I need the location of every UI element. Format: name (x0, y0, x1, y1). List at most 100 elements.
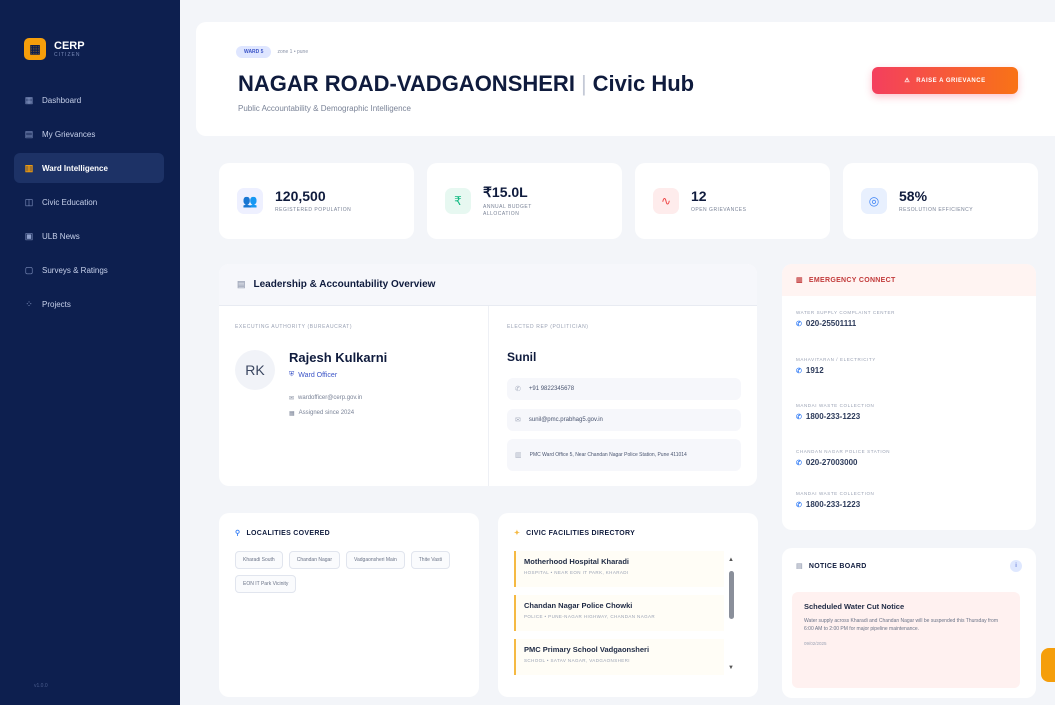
book-icon: ◫ (24, 196, 34, 207)
facility-item[interactable]: PMC Primary School Vadgaonsheri SCHOOL • … (514, 639, 724, 675)
emergency-item[interactable]: MAHAVITARAN / ELECTRICITY ✆ 1912 (796, 357, 876, 375)
news-icon: ▣ (24, 230, 34, 241)
stat-label: RESOLUTION EFFICIENCY (899, 207, 974, 213)
brand-sub: CITIZEN (54, 52, 81, 58)
nav-label: Surveys & Ratings (42, 265, 108, 275)
title-suffix: Civic Hub (592, 71, 695, 96)
facility-item[interactable]: Motherhood Hospital Kharadi HOSPITAL • NE… (514, 551, 724, 587)
elected-name: Sunil (507, 350, 537, 364)
emergency-number: 1800-233-1223 (805, 412, 861, 421)
localities-title: LOCALITIES COVERED (246, 529, 331, 537)
phone-icon: ✆ (515, 386, 521, 393)
document-icon: ▤ (796, 563, 803, 570)
nav-label: Ward Intelligence (42, 163, 108, 173)
emergency-item[interactable]: MANDAI WASTE COLLECTION ✆ 1800-233-1223 (796, 491, 874, 509)
page-header: WARD 5 zone 1 • pune NAGAR ROAD-VADGAONS… (196, 22, 1055, 136)
facility-sub: POLICE • PUNE-NAGAR HIGHWAY, CHANDAN NAG… (524, 614, 656, 619)
locality-chip[interactable]: Kharadi South (235, 551, 283, 569)
officer-assigned-text: Assigned since 2024 (298, 410, 355, 416)
raise-grievance-button[interactable]: ⚠ RAISE A GRIEVANCE (872, 67, 1018, 94)
pulse-icon: ∿ (653, 188, 679, 214)
officer-role: ⛨ Ward Officer (289, 371, 337, 379)
officer-role-label: Ward Officer (298, 371, 338, 379)
building-icon: ▥ (515, 452, 522, 459)
facility-sub: HOSPITAL • NEAR EON IT PARK, KHARADI (524, 570, 629, 575)
facilities-header: ✦ CIVIC FACILITIES DIRECTORY (514, 529, 635, 538)
nav-label: Dashboard (42, 95, 82, 105)
elected-phone-text: +91 9822345678 (528, 386, 575, 392)
leadership-header: ▤ Leadership & Accountability Overview (219, 264, 757, 306)
building-icon: ▥ (24, 162, 34, 173)
notice-info-icon[interactable]: i (1010, 560, 1022, 572)
sidebar-footer: v1.0.0 (34, 683, 48, 689)
nav-label: Civic Education (42, 197, 98, 207)
officer-name: Rajesh Kulkarni (289, 350, 388, 365)
notice-item[interactable]: Scheduled Water Cut Notice Water supply … (792, 592, 1020, 688)
elected-email-text: sunil@pmc.prabhag5.gov.in (528, 417, 603, 423)
users-icon: 👥 (237, 188, 263, 214)
grid-icon: ▦ (24, 94, 34, 105)
elected-rep-label: ELECTED REP (POLITICIAN) (507, 324, 589, 330)
phone-icon: ✆ (796, 413, 802, 421)
locality-chip[interactable]: Thite Vasti (410, 551, 450, 569)
column-divider (488, 306, 489, 486)
brand[interactable]: ▦ CERP CITIZEN (24, 38, 85, 60)
executing-authority-label: EXECUTING AUTHORITY (BUREAUCRAT) (235, 324, 353, 330)
chat-fab-button[interactable] (1041, 648, 1055, 682)
zone-text: zone 1 • pune (277, 49, 309, 55)
locality-chip[interactable]: EON IT Park Vicinity (235, 575, 297, 593)
locality-chip[interactable]: Vadgaonsheri Main (346, 551, 405, 569)
emergency-label: CHANDAN NAGAR POLICE STATION (796, 449, 891, 454)
scroll-down-icon[interactable]: ▼ (728, 665, 734, 671)
elected-address-text: PMC Ward Office 5, Near Chandan Nagar Po… (529, 451, 687, 458)
avatar: RK (235, 350, 275, 390)
stat-card-population: 👥 120,500 REGISTERED POPULATION (219, 163, 414, 239)
emergency-label: WATER SUPPLY COMPLAINT CENTER (796, 310, 895, 315)
nav-item-surveys-ratings[interactable]: ▢ Surveys & Ratings (14, 255, 164, 285)
scroll-up-icon[interactable]: ▲ (728, 557, 734, 563)
rupee-icon: ₹ (445, 188, 471, 214)
emergency-item[interactable]: WATER SUPPLY COMPLAINT CENTER ✆ 020-255011… (796, 310, 895, 328)
stat-label: ANNUAL BUDGET ALLOCATION (483, 204, 532, 217)
warning-icon: ⚠ (904, 78, 911, 84)
stat-value: ₹15.0L (483, 184, 528, 200)
nav-item-ulb-news[interactable]: ▣ ULB News (14, 221, 164, 251)
emergency-title: EMERGENCY CONNECT (808, 276, 896, 284)
nav-item-dashboard[interactable]: ▦ Dashboard (14, 85, 164, 115)
emergency-label: MANDAI WASTE COLLECTION (796, 403, 875, 408)
file-icon: ▤ (24, 128, 34, 139)
nav-item-projects[interactable]: ⁘ Projects (14, 289, 164, 319)
elected-phone[interactable]: ✆ +91 9822345678 (507, 378, 741, 400)
stat-label: REGISTERED POPULATION (275, 207, 352, 213)
facility-name: PMC Primary School Vadgaonsheri (524, 645, 650, 654)
clipboard-icon: ▢ (24, 264, 34, 275)
nav-label: Projects (42, 299, 71, 309)
emergency-item[interactable]: CHANDAN NAGAR POLICE STATION ✆ 020-2700300… (796, 449, 890, 467)
notice-item-date: 09/02/2025 (804, 641, 827, 646)
scrollbar-thumb[interactable] (729, 571, 734, 619)
facility-item[interactable]: Chandan Nagar Police Chowki POLICE • PUNE… (514, 595, 724, 631)
apps-icon: ⁘ (25, 298, 33, 309)
phone-icon: ✆ (796, 320, 802, 328)
scrollbar[interactable]: ▲ ▼ (728, 557, 734, 677)
stat-card-grievances: ∿ 12 OPEN GRIEVANCES (635, 163, 830, 239)
mail-icon: ✉ (515, 417, 521, 424)
nav-item-civic-education[interactable]: ◫ Civic Education (14, 187, 164, 217)
nav-item-ward-intelligence[interactable]: ▥ Ward Intelligence (14, 153, 164, 183)
emergency-item[interactable]: MANDAI WASTE COLLECTION ✆ 1800-233-1223 (796, 403, 874, 421)
calendar-icon: ▦ (289, 411, 295, 417)
facility-sub: SCHOOL • SATAV NAGAR, VADGAONSHERI (524, 658, 630, 663)
emergency-label: MANDAI WASTE COLLECTION (796, 491, 875, 496)
nav-item-my-grievances[interactable]: ▤ My Grievances (14, 119, 164, 149)
elected-email[interactable]: ✉ sunil@pmc.prabhag5.gov.in (507, 409, 741, 431)
emergency-header: ▥ EMERGENCY CONNECT (782, 264, 1036, 296)
document-icon: ▤ (237, 279, 246, 289)
officer-email[interactable]: ✉ wardofficer@cerp.gov.in (289, 395, 362, 402)
locality-chip[interactable]: Chandan Nagar (288, 551, 341, 569)
stat-card-budget: ₹ ₹15.0L ANNUAL BUDGET ALLOCATION (427, 163, 622, 239)
sidebar: ▦ CERP CITIZEN ▦ Dashboard ▤ My Grievances… (0, 0, 180, 705)
check-circle-icon: ◎ (861, 188, 887, 214)
phone-icon: ✆ (796, 459, 802, 467)
building-icon: ▥ (796, 277, 803, 284)
emergency-label: MAHAVITARAN / ELECTRICITY (796, 357, 876, 362)
